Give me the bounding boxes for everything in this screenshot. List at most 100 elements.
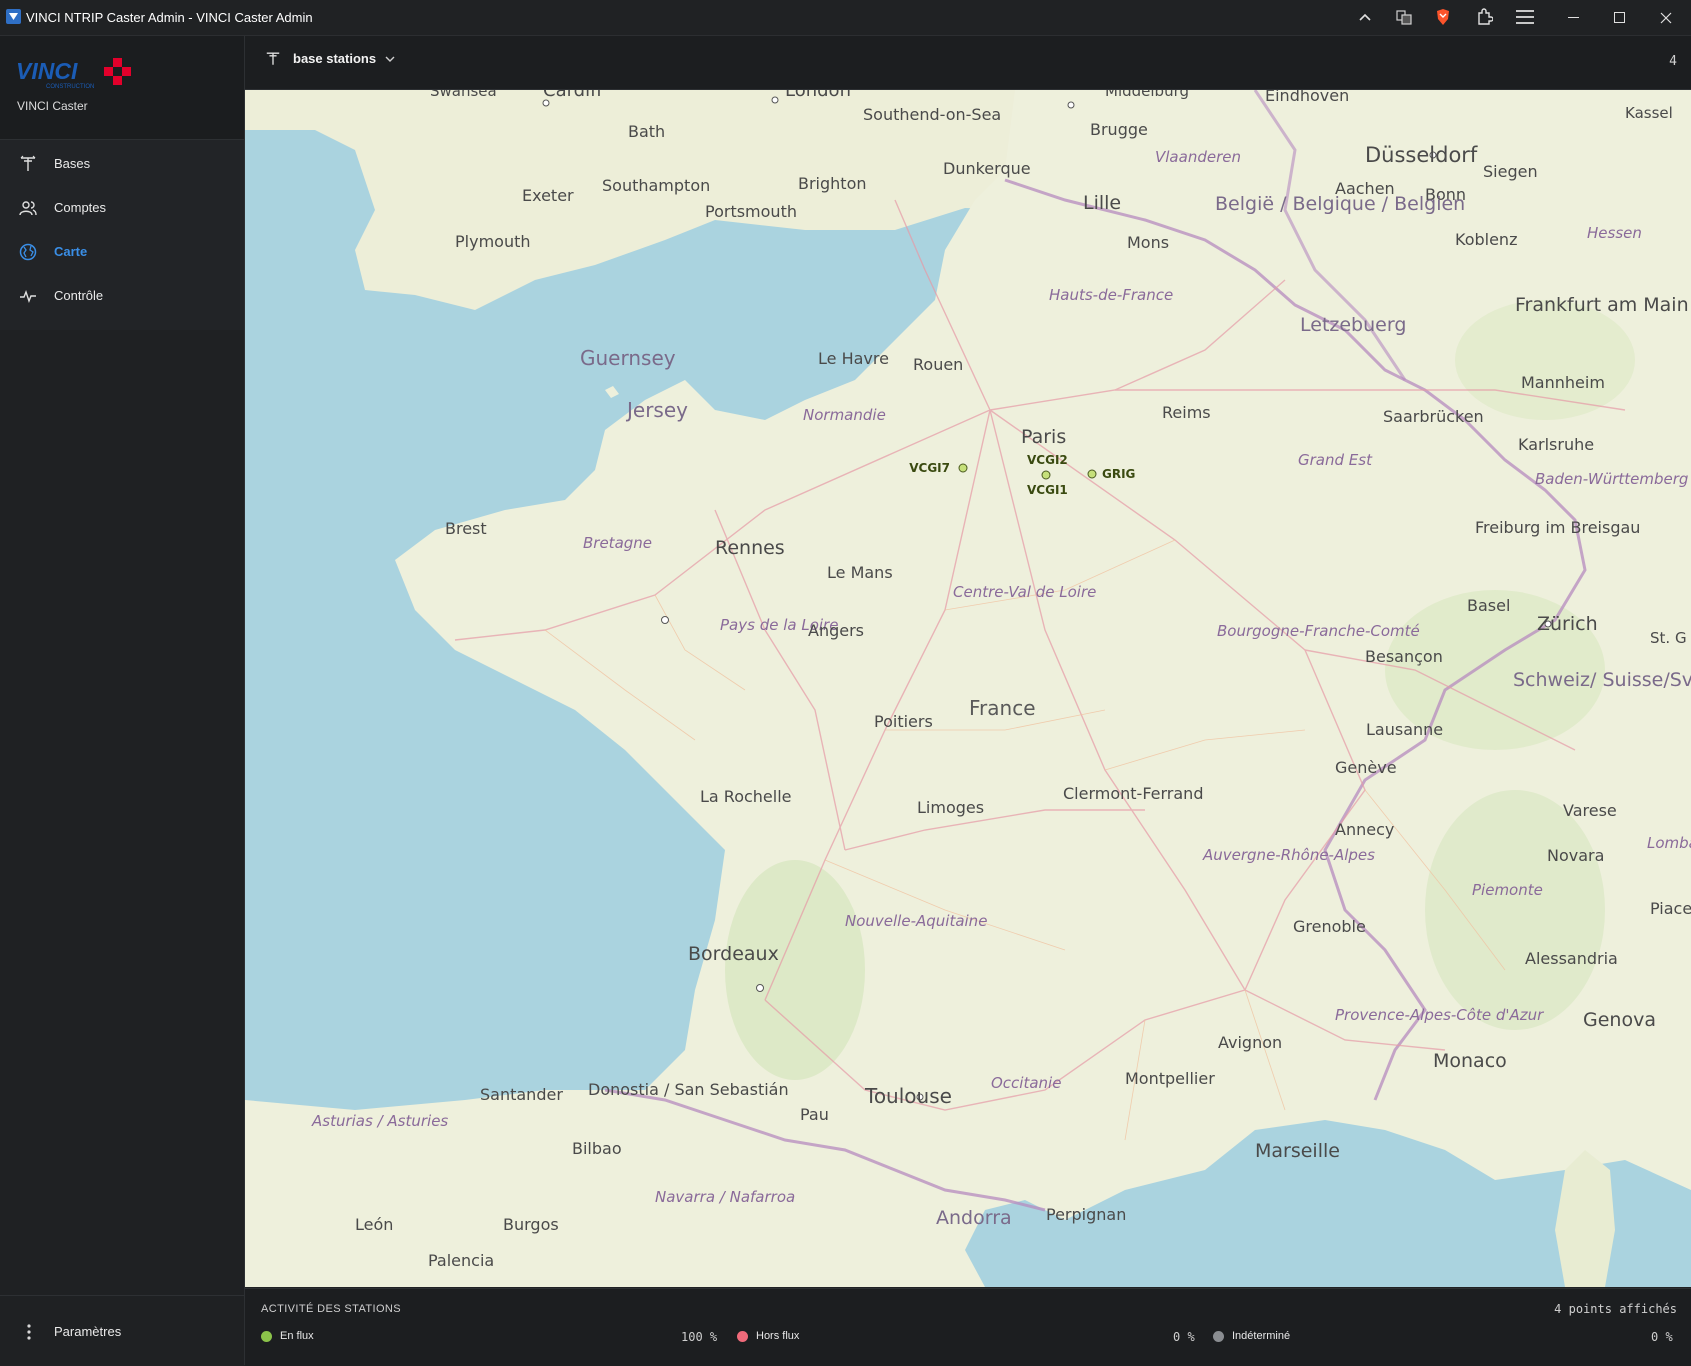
map-label: Paris	[1021, 426, 1066, 448]
map-label: Auvergne-Rhône-Alpes	[1202, 846, 1375, 864]
map-label: Freiburg im Breisgau	[1475, 518, 1640, 537]
map-label: Southend-on-Sea	[863, 105, 1001, 124]
map-label: Genève	[1335, 758, 1397, 777]
sidebar-item-label: Bases	[54, 156, 91, 171]
sidebar-item-comptes[interactable]: Comptes	[0, 188, 244, 228]
map-label: Jersey	[625, 398, 688, 422]
map-label: London	[785, 90, 851, 101]
map-label: Avignon	[1218, 1033, 1282, 1052]
map-label: Plymouth	[455, 232, 531, 251]
map-label: Limoges	[917, 798, 984, 817]
sidebar: VINCI CONSTRUCTION VINCI Caster Bases Co…	[0, 36, 245, 1365]
sidebar-item-carte[interactable]: Carte	[0, 232, 244, 272]
map-label: Alessandria	[1525, 949, 1618, 968]
svg-text:VINCI: VINCI	[16, 58, 78, 84]
station-activity-panel: ACTIVITÉ DES STATIONS 4 points affichés …	[245, 1288, 1691, 1366]
translate-icon[interactable]	[1393, 6, 1415, 28]
map-label: Kassel	[1625, 104, 1673, 122]
status-dot	[737, 1330, 748, 1342]
map-label: Exeter	[522, 186, 574, 205]
map-label: Cardiff	[543, 90, 603, 101]
map-label: Toulouse	[864, 1084, 952, 1108]
map-label: Karlsruhe	[1518, 435, 1594, 454]
map-toolbar: base stations 4	[245, 36, 1691, 90]
chevron-down-icon	[385, 56, 395, 62]
map-label: Santander	[480, 1085, 563, 1104]
map-label: Southampton	[602, 176, 710, 195]
extensions-icon[interactable]	[1473, 6, 1495, 28]
maximize-icon[interactable]	[1597, 0, 1643, 35]
map-label: Bordeaux	[688, 943, 779, 965]
map-label: Lombard	[1647, 834, 1691, 852]
settings-button[interactable]: Paramètres	[0, 1295, 244, 1366]
forest-alps	[1425, 790, 1605, 1030]
station-label: VCGI1	[1027, 483, 1068, 497]
legend-indetermine: Indéterminé	[1213, 1330, 1290, 1342]
map-view[interactable]: Swansea Cardiff London Middelburg Eindho…	[245, 90, 1691, 1287]
sidebar-nav: Bases Comptes Carte Contrôle	[0, 140, 244, 330]
map-label: France	[969, 696, 1036, 720]
map-label: Centre-Val de Loire	[953, 583, 1096, 601]
status-dot	[261, 1330, 272, 1342]
map-label: Siegen	[1483, 162, 1538, 181]
map-label: Swansea	[430, 90, 497, 100]
map-label: Dunkerque	[943, 159, 1031, 178]
map-canvas[interactable]: Swansea Cardiff London Middelburg Eindho…	[245, 90, 1691, 1287]
map-label: Burgos	[503, 1215, 559, 1234]
map-label: Eindhoven	[1265, 90, 1349, 105]
map-label: Schweiz/ Suisse/Svizzera/ Svizra	[1513, 669, 1691, 691]
map-label: Bath	[628, 122, 665, 141]
map-label: Basel	[1467, 596, 1510, 615]
map-label: Besançon	[1365, 647, 1443, 666]
sidebar-item-bases[interactable]: Bases	[0, 144, 244, 184]
minimize-icon[interactable]	[1551, 0, 1597, 35]
vinci-logo: VINCI CONSTRUCTION	[16, 58, 131, 90]
users-icon	[19, 201, 37, 216]
antenna-icon	[266, 52, 280, 65]
map-label: León	[355, 1215, 393, 1234]
map-label: Varese	[1563, 801, 1617, 820]
sidebar-item-controle[interactable]: Contrôle	[0, 276, 244, 316]
points-shown: 4 points affichés	[1554, 1302, 1677, 1316]
map-label: Monaco	[1433, 1050, 1507, 1072]
map-label: Poitiers	[874, 712, 933, 731]
map-label: Baden-Württemberg	[1535, 470, 1688, 488]
map-label: Navarra / Nafarroa	[655, 1188, 795, 1206]
map-label: Koblenz	[1455, 230, 1517, 249]
more-vertical-icon	[27, 1324, 31, 1340]
map-label: Donostia / San Sebastián	[588, 1080, 789, 1099]
settings-label: Paramètres	[54, 1324, 122, 1339]
map-label: Hauts-de-France	[1049, 286, 1173, 304]
status-dot	[1213, 1330, 1224, 1342]
map-label: Le Mans	[827, 563, 893, 582]
brand: VINCI CONSTRUCTION VINCI Caster	[0, 36, 244, 140]
map-label: Rennes	[715, 537, 785, 559]
activity-icon	[20, 289, 36, 304]
map-label: Grenoble	[1293, 917, 1366, 936]
map-label: Portsmouth	[705, 202, 797, 221]
map-label: Piemonte	[1472, 881, 1543, 899]
map-label: Lausanne	[1366, 720, 1443, 739]
map-label: Nouvelle-Aquitaine	[845, 912, 987, 930]
map-label: Bretagne	[583, 534, 652, 552]
map-label: Pau	[800, 1105, 829, 1124]
forest-landes	[725, 860, 865, 1080]
brave-shield-icon[interactable]	[1432, 6, 1454, 28]
sidebar-item-label: Comptes	[54, 200, 107, 215]
map-label: Asturias / Asturies	[311, 1112, 448, 1130]
legend-hors-flux: Hors flux	[737, 1330, 799, 1342]
map-label: België / Belgique / Belgien	[1215, 193, 1465, 215]
station-marker[interactable]: VCGI1	[1027, 483, 1068, 497]
app-icon	[6, 9, 21, 24]
map-label: Brighton	[798, 174, 867, 193]
map-label: Düsseldorf	[1365, 143, 1478, 167]
map-label: Lille	[1083, 192, 1121, 214]
map-label: Vlaanderen	[1155, 148, 1241, 166]
layer-selector[interactable]: base stations	[265, 50, 396, 67]
map-label: Provence-Alpes-Côte d'Azur	[1335, 1006, 1544, 1024]
menu-icon[interactable]	[1514, 6, 1536, 28]
chevron-up-icon[interactable]	[1354, 6, 1376, 28]
legend-label: Hors flux	[756, 1330, 800, 1342]
station-label: VCGI2	[1027, 453, 1068, 467]
close-icon[interactable]	[1643, 0, 1689, 35]
